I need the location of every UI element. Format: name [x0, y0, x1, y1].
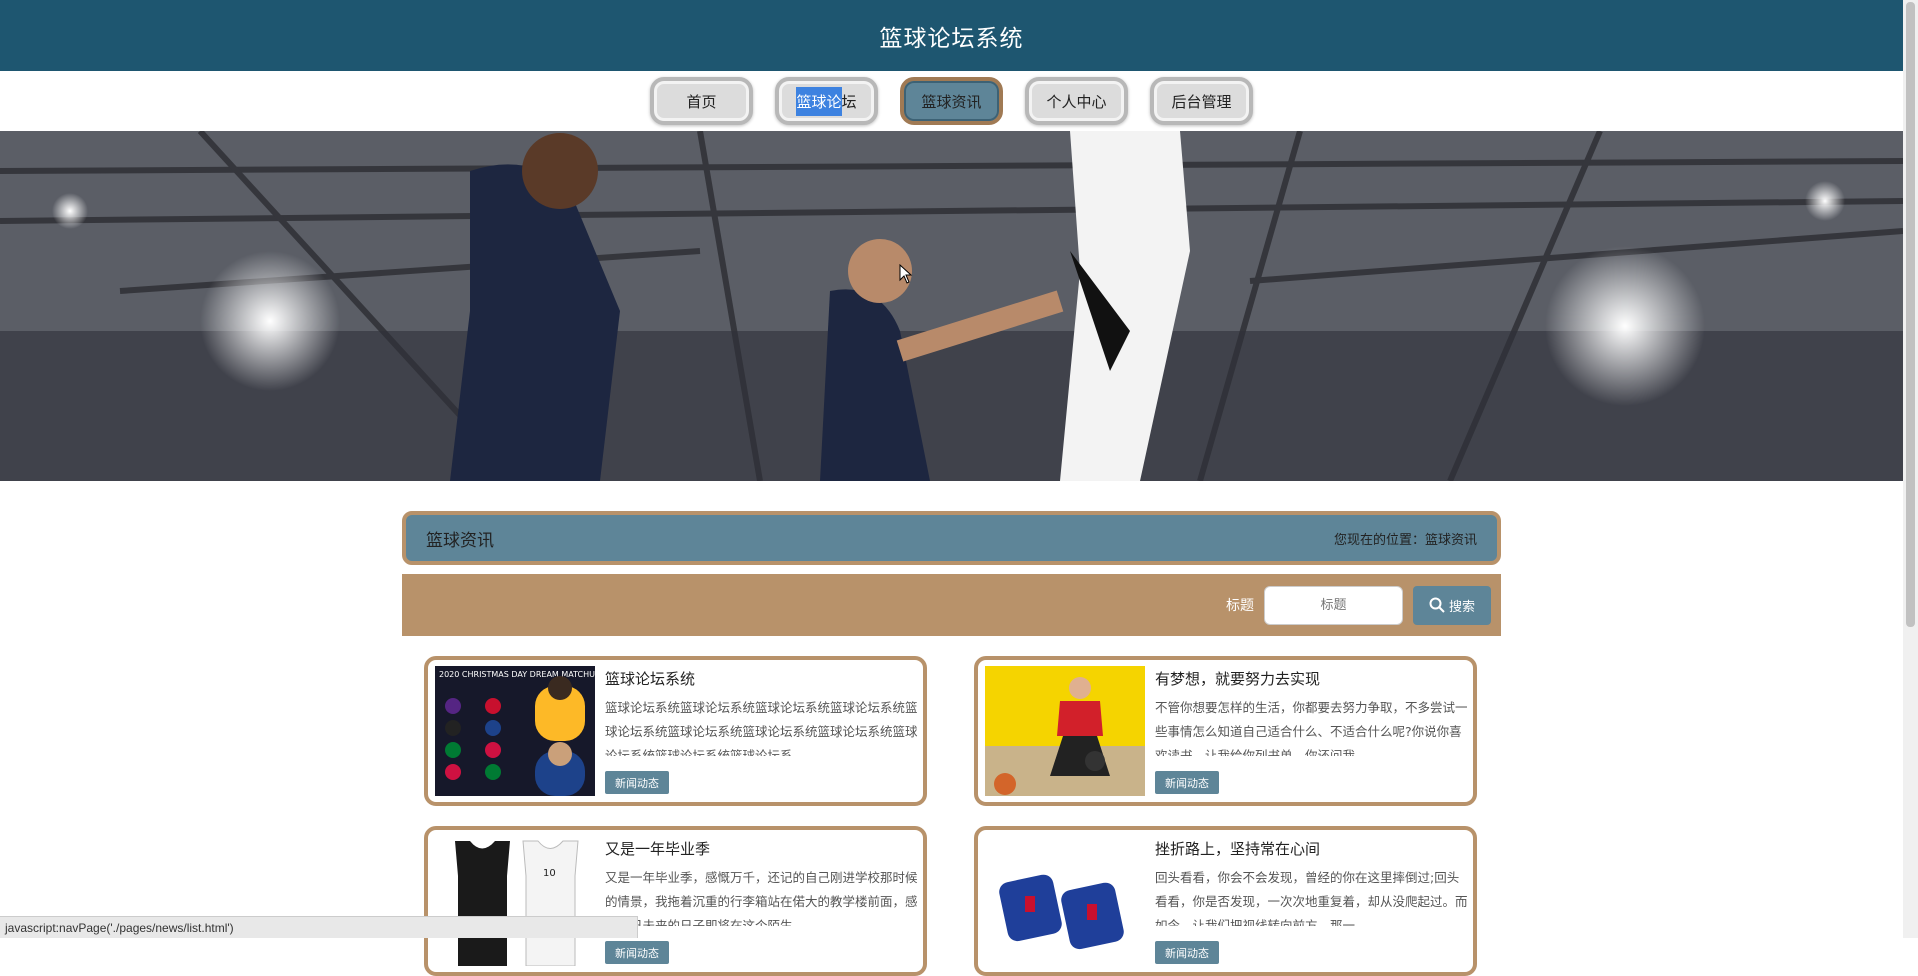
thumb-caption: 2020 CHRISTMAS DAY DREAM MATCHUPS — [439, 670, 595, 679]
dribbling-image — [985, 666, 1145, 796]
news-thumbnail — [985, 836, 1145, 966]
news-summary: 又是一年毕业季，感慨万千，还记的自己刚进学校那时候的情景，我拖着沉重的行李箱站在… — [605, 870, 918, 926]
browser-status-bar: javascript:navPage('./pages/news/list.ht… — [0, 916, 638, 938]
news-tag[interactable]: 新闻动态 — [1155, 941, 1219, 964]
news-title[interactable]: 挫折路上，坚持常在心间 — [1155, 838, 1320, 859]
news-card[interactable]: 挫折路上，坚持常在心间 回头看看，你会不会发现，曾经的你在这里摔倒过;回头看看，… — [974, 826, 1477, 976]
svg-text:10: 10 — [543, 868, 556, 879]
news-summary: 不管你想要怎样的生活，你都要去努力争取，不多尝试一些事情怎么知道自己适合什么、不… — [1155, 700, 1468, 756]
news-tag[interactable]: 新闻动态 — [605, 771, 669, 794]
news-tag[interactable]: 新闻动态 — [605, 941, 669, 964]
nav-item-news[interactable]: 篮球资讯 — [900, 77, 1003, 125]
news-thumbnail: 10 — [435, 836, 595, 966]
jerseys-image: 10 — [435, 836, 595, 966]
site-title: 篮球论坛系统 — [879, 25, 1024, 52]
section-header: 篮球资讯 您现在的位置：篮球资讯 — [402, 511, 1501, 565]
mouse-cursor-icon — [899, 264, 913, 284]
nav-item-profile[interactable]: 个人中心 — [1025, 77, 1128, 125]
news-thumbnail — [985, 666, 1145, 796]
main-nav: 首页 篮球论坛 篮球资讯 个人中心 后台管理 — [0, 71, 1903, 131]
search-icon — [1429, 597, 1445, 613]
breadcrumb-prefix: 您现在的位置： — [1333, 532, 1425, 548]
nav-item-admin[interactable]: 后台管理 — [1150, 77, 1253, 125]
nav-item-forum[interactable]: 篮球论坛 — [775, 77, 878, 125]
search-input[interactable] — [1264, 585, 1403, 625]
news-tag[interactable]: 新闻动态 — [1155, 771, 1219, 794]
news-card[interactable]: 10 又是一年毕业季 又是一年毕业季，感慨万千，还记的自己刚进学校那时候的情景，… — [424, 826, 927, 976]
section-title: 篮球资讯 — [426, 530, 494, 551]
news-thumbnail: 2020 CHRISTMAS DAY DREAM MATCHUPS — [435, 666, 595, 796]
nav-item-forum-label-rest: 坛 — [841, 92, 857, 111]
page-scrollbar[interactable] — [1903, 0, 1918, 938]
news-card[interactable]: 2020 CHRISTMAS DAY DREAM MATCHUPS 篮球论坛系统… — [424, 656, 927, 806]
news-title[interactable]: 又是一年毕业季 — [605, 838, 710, 859]
matchups-image: 2020 CHRISTMAS DAY DREAM MATCHUPS — [435, 666, 595, 796]
site-header: 篮球论坛系统 — [0, 0, 1903, 71]
news-summary: 回头看看，你会不会发现，曾经的你在这里摔倒过;回头看看，你是否发现，一次次地重复… — [1155, 870, 1468, 926]
wristbands-image — [985, 836, 1145, 966]
basketball-photo — [0, 131, 1903, 481]
breadcrumb-current[interactable]: 篮球资讯 — [1425, 533, 1477, 548]
breadcrumb: 您现在的位置：篮球资讯 — [1334, 529, 1477, 548]
nav-item-forum-label-selected: 篮球论 — [796, 86, 842, 116]
news-summary: 篮球论坛系统篮球论坛系统篮球论坛系统篮球论坛系统篮球论坛系统篮球论坛系统篮球论坛… — [605, 700, 918, 756]
search-button-label: 搜索 — [1448, 599, 1475, 615]
search-bar: 标题 搜索 — [402, 574, 1501, 636]
scrollbar-thumb[interactable] — [1906, 2, 1915, 627]
news-card[interactable]: 有梦想，就要努力去实现 不管你想要怎样的生活，你都要去努力争取，不多尝试一些事情… — [974, 656, 1477, 806]
news-title[interactable]: 篮球论坛系统 — [605, 668, 695, 689]
search-label: 标题 — [1226, 598, 1254, 614]
status-url: javascript:navPage('./pages/news/list.ht… — [5, 920, 234, 935]
hero-banner — [0, 131, 1903, 481]
search-button[interactable]: 搜索 — [1413, 585, 1491, 625]
news-title[interactable]: 有梦想，就要努力去实现 — [1155, 668, 1320, 689]
nav-item-home[interactable]: 首页 — [650, 77, 753, 125]
